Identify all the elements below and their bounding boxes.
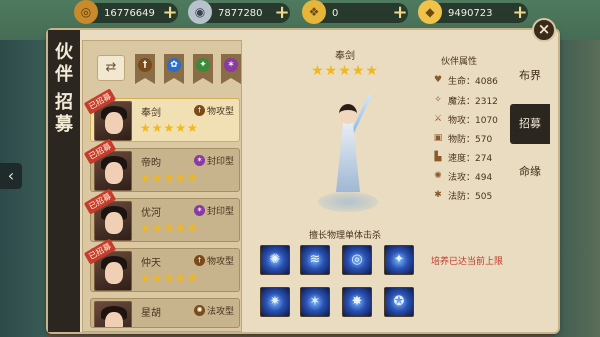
silver-icon: ◉ bbox=[188, 0, 212, 24]
star-seal-icon: ✶ bbox=[224, 58, 238, 72]
skill-slot-5[interactable]: ✷ bbox=[260, 287, 290, 317]
star-seal-icon: ✶ bbox=[194, 205, 205, 216]
partner-type: ✶ 封印型 bbox=[194, 154, 234, 167]
skill-slot-7[interactable]: ✸ bbox=[342, 287, 372, 317]
add-gold-button[interactable]: + bbox=[510, 3, 530, 23]
star-rating: ★★★★★ bbox=[140, 271, 199, 285]
attr-speed: ▙ 速度：274 bbox=[432, 150, 493, 164]
hero-star-rating: ★★★★★ bbox=[311, 63, 379, 79]
attr-hp: ♥ 生命：4086 bbox=[433, 75, 498, 87]
tab-formation[interactable]: 布界 bbox=[510, 56, 550, 96]
skill-slot-1[interactable]: ✺ bbox=[260, 245, 290, 275]
coin-resource: ◎ 16776649 + bbox=[74, 0, 180, 24]
skill-slot-4[interactable]: ✦ bbox=[384, 245, 414, 275]
partner-name: 仲天 bbox=[141, 258, 161, 269]
coin-icon: ◎ bbox=[74, 0, 98, 24]
hero-specialty: 擅长物理单体击杀 bbox=[308, 231, 381, 241]
skill-icon: ✪ bbox=[393, 294, 405, 309]
partner-type: † 物攻型 bbox=[194, 254, 234, 267]
sword-icon: ⚔ bbox=[433, 114, 443, 124]
skill-slot-3[interactable]: ◎ bbox=[342, 245, 372, 275]
boot-icon: ▙ bbox=[434, 152, 442, 162]
skill-icon: ✷ bbox=[269, 294, 281, 309]
title-banner: 伙 伴 招 募 bbox=[48, 30, 80, 332]
swap-icon[interactable]: ⇄ bbox=[97, 55, 125, 81]
partner-name: 奉剑 bbox=[141, 108, 161, 119]
add-silver-button[interactable]: + bbox=[272, 3, 292, 23]
spell-icon: ✺ bbox=[434, 171, 442, 181]
skill-icon: ✺ bbox=[269, 252, 281, 267]
ward-icon: ✱ bbox=[434, 190, 442, 200]
partner-card-diyun[interactable]: 已招募 帝昀 ✶ 封印型 ★★★★★ bbox=[83, 138, 240, 192]
ingot-resource: ❖ 0 + bbox=[302, 0, 410, 24]
partner-type: † 物攻型 bbox=[194, 104, 234, 117]
partner-card-youhe[interactable]: 已招募 优河 ✶ 封印型 ★★★★★ bbox=[83, 188, 240, 242]
hero-model bbox=[308, 92, 388, 222]
tab-fate[interactable]: 命缘 bbox=[510, 152, 550, 192]
star-rating: ★★★★★ bbox=[140, 121, 199, 135]
resource-bar: ◎ 16776649 + ◉ 7877280 + ❖ 0 + ◆ 9490723… bbox=[0, 0, 600, 26]
ingot-value: 0 bbox=[332, 7, 339, 19]
skill-slot-6[interactable]: ✶ bbox=[300, 287, 330, 317]
coin-value: 16776649 bbox=[104, 7, 155, 19]
sword-icon: † bbox=[194, 255, 205, 266]
attr-magic-defense: ✱ 法防：505 bbox=[432, 188, 492, 202]
gold-value: 9490723 bbox=[448, 7, 493, 19]
attr-physical-attack: ⚔ 物攻：1070 bbox=[433, 114, 498, 126]
skill-icon: ◎ bbox=[351, 252, 363, 267]
skill-slot-2[interactable]: ≋ bbox=[300, 245, 330, 275]
partner-card-zhongtian[interactable]: 已招募 仲天 † 物攻型 ★★★★★ bbox=[83, 238, 240, 292]
silver-resource: ◉ 7877280 + bbox=[188, 0, 292, 24]
skill-icon: ≋ bbox=[309, 252, 321, 267]
spell-icon: ✺ bbox=[194, 305, 205, 316]
silver-value: 7877280 bbox=[218, 7, 263, 19]
partner-card-xinghu[interactable]: 星胡 ✺ 法攻型 bbox=[90, 298, 240, 328]
star-rating: ★★★★★ bbox=[140, 221, 199, 235]
partner-card-fengjian[interactable]: 已招募 奉剑 † 物攻型 ★★★★★ bbox=[83, 88, 240, 142]
sword-icon: † bbox=[194, 105, 205, 116]
ingot-icon: ❖ bbox=[302, 0, 326, 24]
left-arrow-icon[interactable]: ‹ bbox=[0, 163, 22, 189]
panel-title: 伙 伴 招 募 bbox=[55, 42, 73, 135]
avatar bbox=[94, 301, 132, 327]
attr-physical-defense: ▣ 物防：570 bbox=[433, 133, 493, 145]
partner-name: 优河 bbox=[141, 208, 161, 219]
attributes-title: 伙伴属性 bbox=[441, 57, 478, 67]
star-rating: ★★★★★ bbox=[140, 171, 199, 185]
star-seal-icon: ✶ bbox=[194, 155, 205, 166]
skill-icon: ✦ bbox=[393, 252, 405, 267]
shield-icon: ▣ bbox=[433, 133, 443, 143]
skill-slot-8[interactable]: ✪ bbox=[384, 287, 414, 317]
skill-icon: ✶ bbox=[309, 294, 321, 309]
gold-icon: ◆ bbox=[418, 0, 442, 24]
sword-icon: † bbox=[138, 58, 152, 72]
gold-resource: ◆ 9490723 + bbox=[418, 0, 530, 24]
attr-mp: ✧ 魔法：2312 bbox=[432, 93, 498, 107]
tab-recruit[interactable]: 招募 bbox=[510, 104, 550, 144]
background-right bbox=[552, 40, 600, 337]
attr-magic-attack: ✺ 法攻：494 bbox=[432, 169, 492, 183]
skill-icon: ✸ bbox=[351, 294, 363, 309]
partner-type: ✺ 法攻型 bbox=[194, 304, 234, 317]
partner-name: 星胡 bbox=[141, 308, 161, 319]
potion-icon: ✿ bbox=[167, 58, 181, 72]
hero-name: 奉剑 bbox=[335, 51, 355, 62]
close-button[interactable]: × bbox=[532, 18, 556, 42]
heart-icon: ♥ bbox=[433, 75, 443, 85]
partner-name: 帝昀 bbox=[141, 158, 161, 169]
leaf-icon: ✦ bbox=[196, 58, 210, 72]
add-coin-button[interactable]: + bbox=[160, 3, 180, 23]
magic-icon: ✧ bbox=[434, 95, 442, 105]
add-ingot-button[interactable]: + bbox=[390, 3, 410, 23]
partner-type: ✶ 封印型 bbox=[194, 204, 234, 217]
training-cap-note: 培养已达当前上限 bbox=[431, 257, 504, 267]
